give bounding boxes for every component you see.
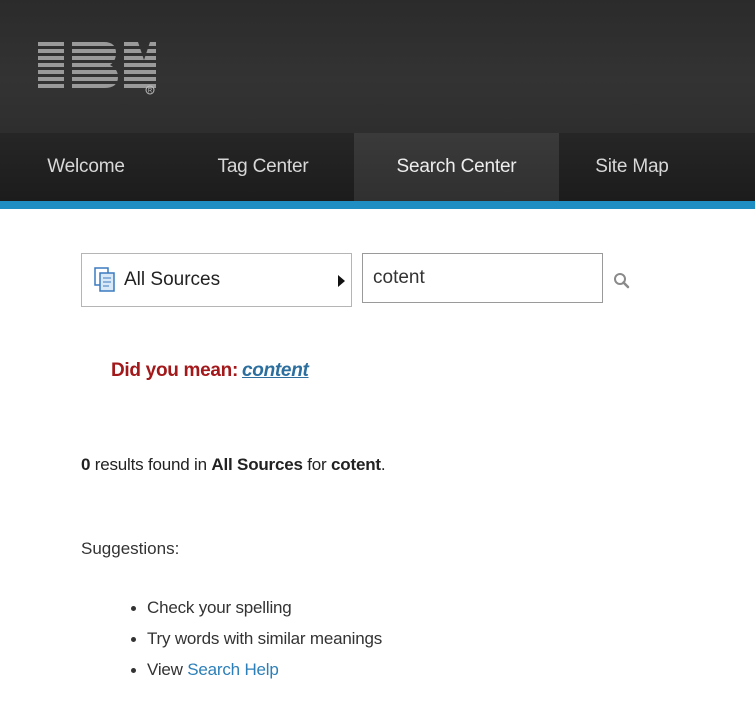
results-scope: All Sources xyxy=(211,455,303,474)
svg-text:R: R xyxy=(148,89,153,95)
page: R Welcome Tag Center Search Center Site … xyxy=(0,0,755,703)
nav-tab-search-center[interactable]: Search Center xyxy=(354,133,559,201)
caret-right-icon xyxy=(338,275,345,287)
search-help-link[interactable]: Search Help xyxy=(187,660,279,679)
results-period: . xyxy=(380,455,386,474)
source-selector-label: All Sources xyxy=(124,269,221,290)
ibm-logo-icon: R xyxy=(38,42,156,95)
results-text-found: results found in xyxy=(90,455,212,474)
search-input[interactable] xyxy=(362,253,603,303)
did-you-mean: Did you mean: content xyxy=(111,360,309,382)
did-you-mean-link[interactable]: content xyxy=(242,360,309,381)
suggestions-heading: Suggestions: xyxy=(81,539,180,558)
results-count: 0 xyxy=(81,455,91,474)
nav-tab-tag-center[interactable]: Tag Center xyxy=(172,133,354,201)
source-selector[interactable]: All Sources xyxy=(81,253,352,307)
ibm-logo[interactable]: R xyxy=(38,42,158,96)
suggestion-item: View Search Help xyxy=(129,659,382,690)
did-you-mean-prompt: Did you mean: xyxy=(111,360,239,381)
nav-tab-welcome[interactable]: Welcome xyxy=(0,133,172,201)
suggestion-item: Check your spelling xyxy=(129,597,382,628)
suggestion-item: Try words with similar meanings xyxy=(129,628,382,659)
masthead: R xyxy=(0,0,755,133)
results-summary: 0 results found in All Sources for coten… xyxy=(81,455,386,475)
main-nav: Welcome Tag Center Search Center Site Ma… xyxy=(0,133,755,201)
suggestions-list: Check your spelling Try words with simil… xyxy=(129,597,382,690)
nav-tab-site-map[interactable]: Site Map xyxy=(559,133,705,201)
nav-accent-bar xyxy=(0,201,755,209)
results-text-for: for xyxy=(302,455,332,474)
results-query: cotent xyxy=(331,455,381,474)
documents-icon xyxy=(94,267,116,293)
search-icon[interactable] xyxy=(613,272,631,290)
view-prefix: View xyxy=(147,660,188,679)
